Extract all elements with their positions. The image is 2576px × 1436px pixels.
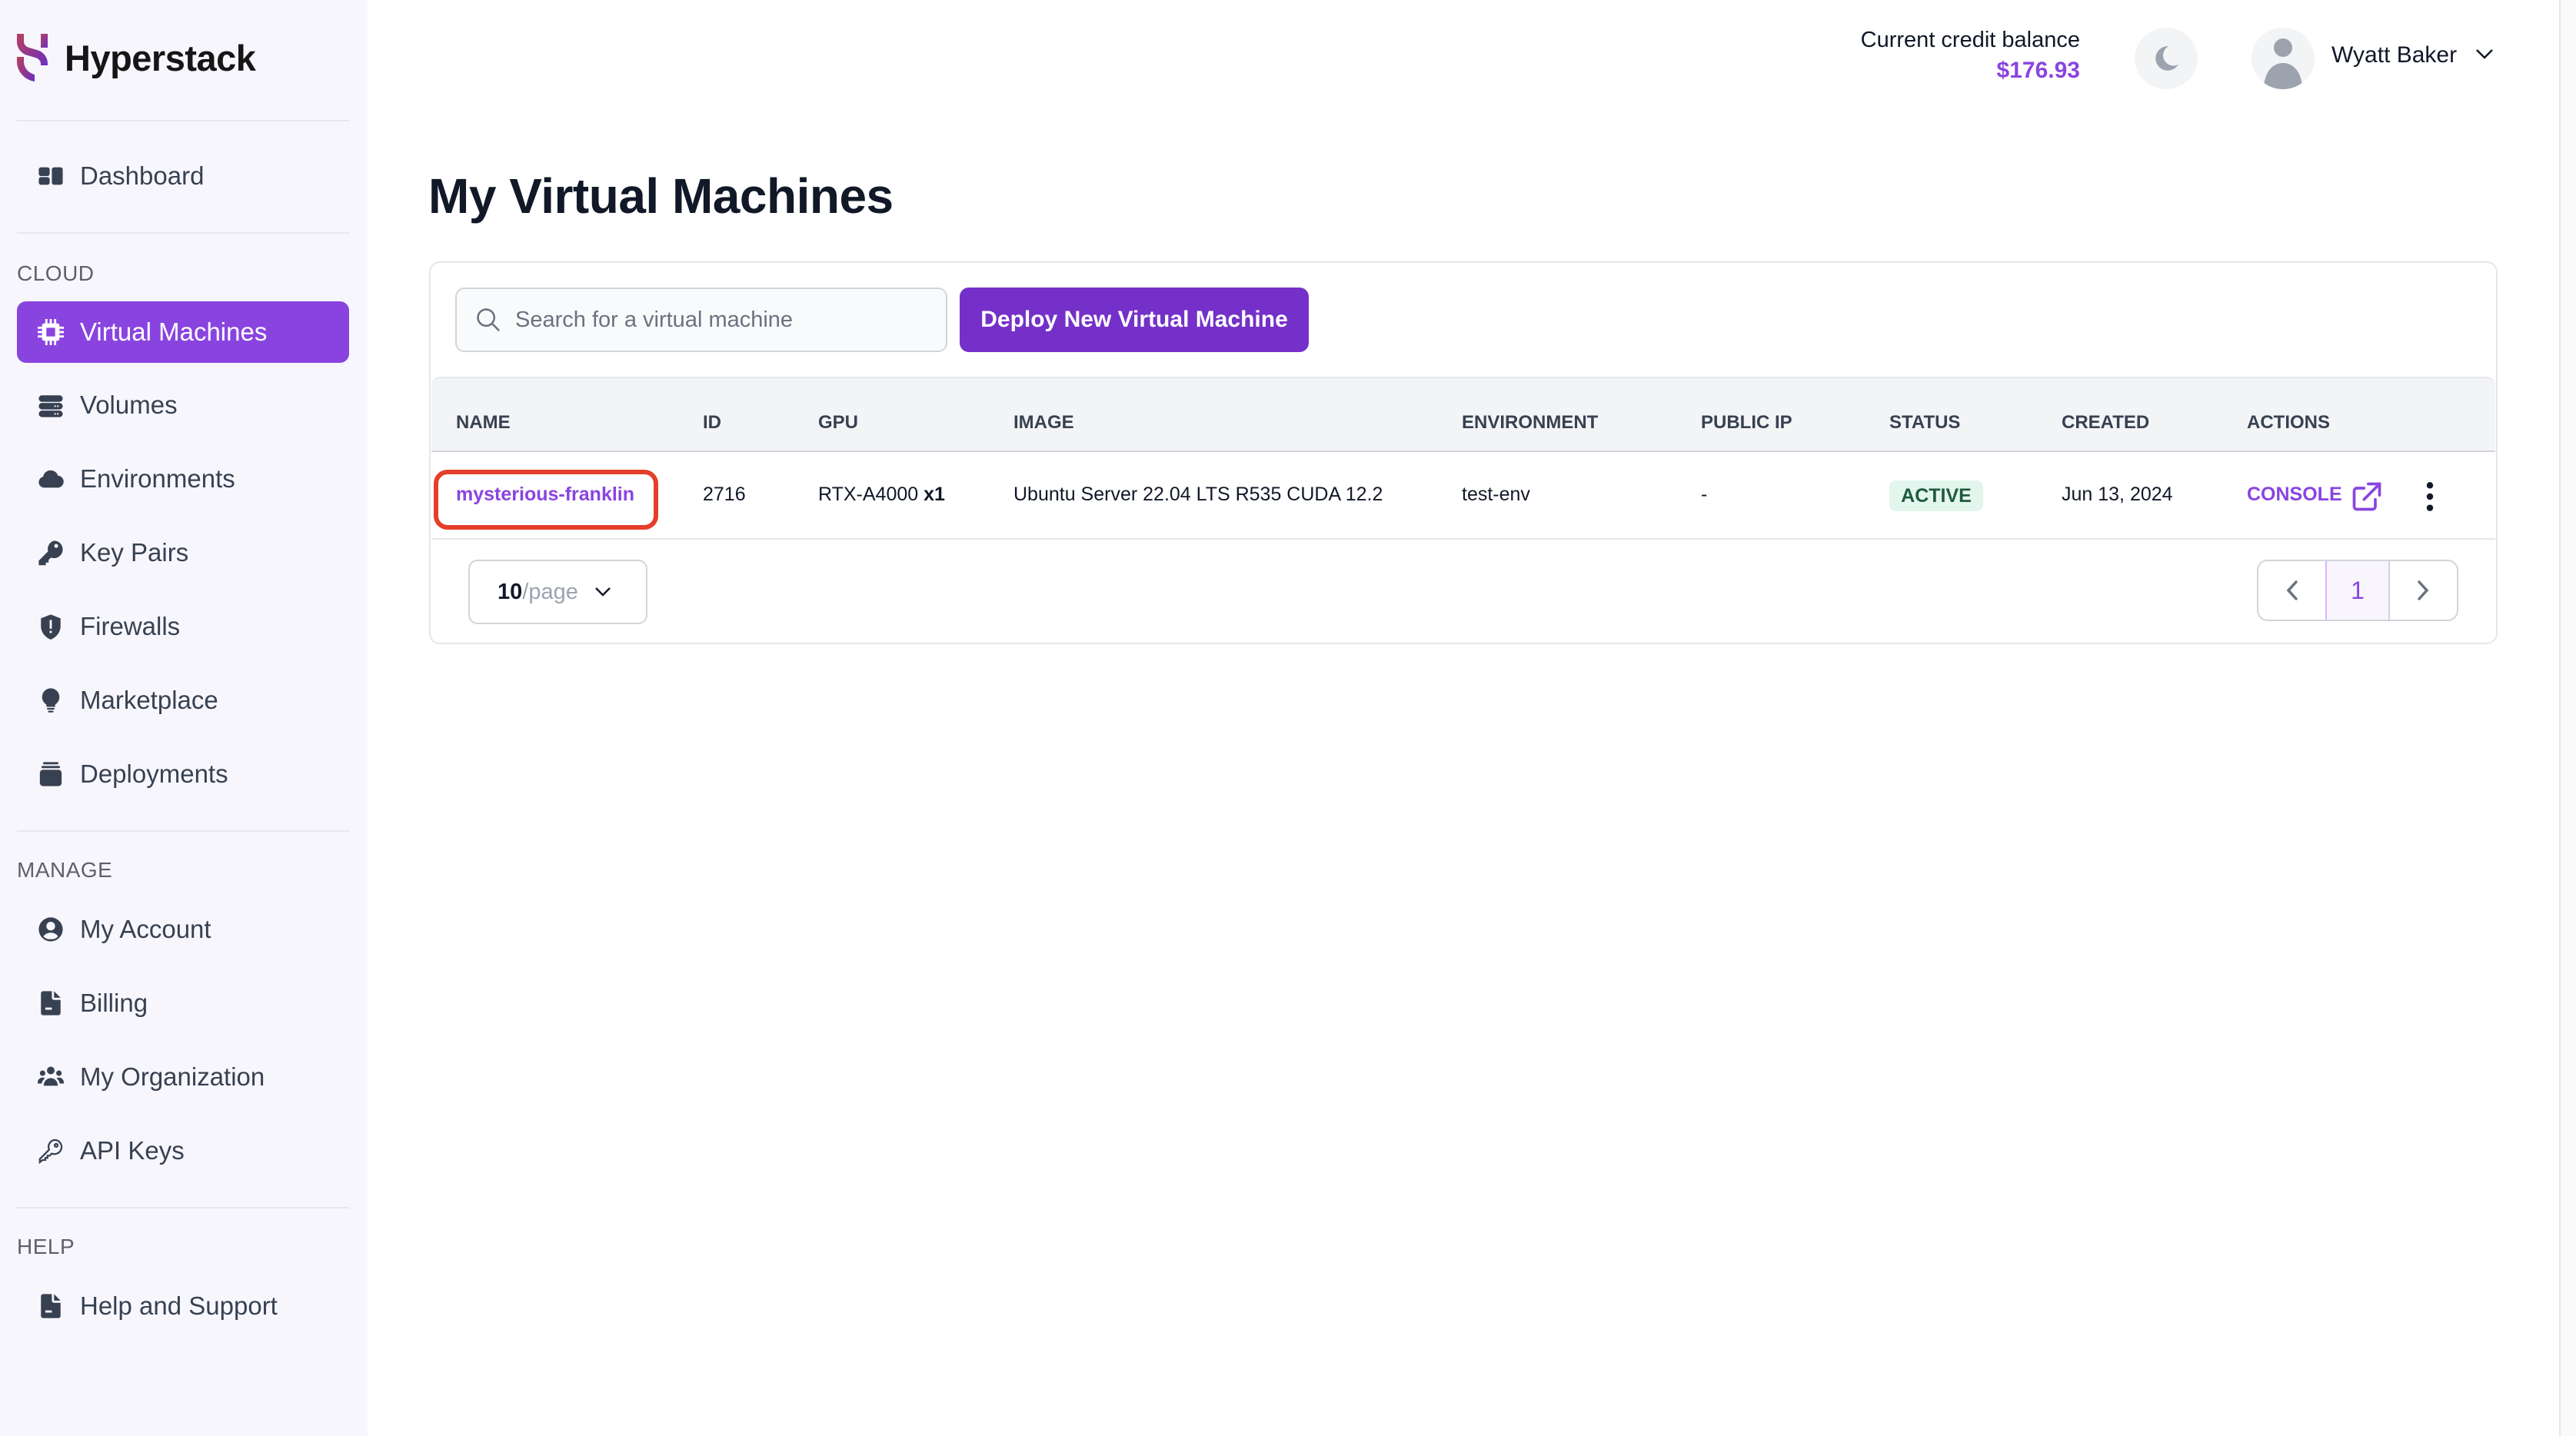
vm-gpu-model: RTX-A4000 <box>818 484 919 505</box>
cloud-icon <box>37 465 65 493</box>
brand-logo[interactable]: Hyperstack <box>17 34 256 81</box>
sidebar-item-label: Volumes <box>80 391 178 419</box>
column-header-public-ip[interactable]: PUBLIC IP <box>1701 412 1792 434</box>
user-circle-icon <box>37 916 65 943</box>
sidebar-divider <box>17 232 349 234</box>
section-label-cloud: CLOUD <box>17 261 95 285</box>
sidebar-item-environments[interactable]: Environments <box>17 448 349 510</box>
brand-name: Hyperstack <box>65 37 256 78</box>
sidebar-item-label: Firewalls <box>80 612 181 640</box>
sidebar-item-label: Virtual Machines <box>80 317 268 346</box>
sidebar-item-firewalls[interactable]: Firewalls <box>17 596 349 657</box>
per-page-unit: /page <box>522 579 578 604</box>
page-scrollbar[interactable] <box>2559 0 2576 1436</box>
column-header-id[interactable]: ID <box>703 412 721 434</box>
column-header-environment[interactable]: ENVIRONMENT <box>1462 412 1598 434</box>
per-page-select[interactable]: 10/page <box>468 560 647 624</box>
sidebar-item-label: Key Pairs <box>80 538 189 567</box>
user-avatar[interactable] <box>2252 28 2315 89</box>
chevron-down-icon <box>594 587 611 597</box>
credit-balance: Current credit balance $176.93 <box>1861 28 2080 84</box>
sidebar-item-label: My Account <box>80 915 211 943</box>
sidebar-item-label: Environments <box>80 464 235 493</box>
users-icon <box>37 1063 65 1091</box>
chevron-left-icon <box>2286 580 2298 600</box>
key-icon <box>37 539 65 567</box>
section-label-manage: MANAGE <box>17 858 113 882</box>
sidebar-item-marketplace[interactable]: Marketplace <box>17 670 349 731</box>
status-badge: ACTIVE <box>1889 480 1983 511</box>
document-icon <box>37 989 65 1017</box>
sidebar-item-help-and-support[interactable]: Help and Support <box>17 1275 349 1337</box>
column-header-gpu[interactable]: GPU <box>818 412 858 434</box>
pagination: 1 <box>2257 560 2458 621</box>
sidebar-item-deployments[interactable]: Deployments <box>17 743 349 805</box>
more-options-icon[interactable] <box>2422 480 2438 514</box>
search-box[interactable] <box>455 288 947 352</box>
column-header-image[interactable]: IMAGE <box>1013 412 1074 434</box>
credit-label: Current credit balance <box>1860 28 2080 52</box>
console-link[interactable]: CONSOLE <box>2247 484 2342 506</box>
sidebar: Hyperstack Dashboard CLOUD Virtual Machi… <box>0 0 368 1436</box>
vm-created: Jun 13, 2024 <box>2062 484 2173 505</box>
vm-id: 2716 <box>703 484 746 505</box>
sidebar-item-my-organization[interactable]: My Organization <box>17 1046 349 1108</box>
page-title: My Virtual Machines <box>428 168 894 224</box>
sidebar-divider <box>17 830 349 832</box>
document-icon <box>37 1292 65 1320</box>
section-label-help: HELP <box>17 1235 75 1258</box>
sidebar-item-label: Deployments <box>80 760 228 788</box>
hyperstack-logo-icon <box>17 34 48 81</box>
user-menu-chevron-icon[interactable] <box>2474 48 2494 64</box>
per-page-value: 10 <box>498 579 523 604</box>
sidebar-item-label: Billing <box>80 989 148 1017</box>
stack-icon <box>37 760 65 788</box>
deploy-new-vm-button[interactable]: Deploy New Virtual Machine <box>960 288 1309 352</box>
lightbulb-icon <box>37 686 65 714</box>
theme-toggle-button[interactable] <box>2135 28 2198 89</box>
chip-icon <box>37 318 65 346</box>
dashboard-icon <box>37 162 65 190</box>
sidebar-item-api-keys[interactable]: API Keys <box>17 1120 349 1182</box>
sidebar-item-dashboard[interactable]: Dashboard <box>17 145 349 207</box>
user-name[interactable]: Wyatt Baker <box>2331 42 2457 68</box>
credit-value: $176.93 <box>1996 58 2080 83</box>
moon-icon <box>2155 46 2178 71</box>
sidebar-divider <box>17 1207 349 1208</box>
sidebar-item-label: API Keys <box>80 1136 185 1165</box>
search-input[interactable] <box>515 307 930 333</box>
shield-icon <box>37 613 65 640</box>
sidebar-item-virtual-machines[interactable]: Virtual Machines <box>17 301 349 363</box>
column-header-status[interactable]: STATUS <box>1889 412 1960 434</box>
sidebar-item-my-account[interactable]: My Account <box>17 899 349 960</box>
next-page-button[interactable] <box>2390 561 2457 620</box>
column-header-actions: ACTIONS <box>2247 412 2330 433</box>
column-header-name[interactable]: NAME <box>456 412 511 434</box>
sidebar-item-label: My Organization <box>80 1062 265 1091</box>
sidebar-item-label: Dashboard <box>80 161 205 190</box>
vm-name-link[interactable]: mysterious-franklin <box>456 484 634 506</box>
vm-image: Ubuntu Server 22.04 LTS R535 CUDA 12.2 <box>1013 484 1383 505</box>
vm-public-ip: - <box>1701 484 1708 505</box>
sidebar-item-volumes[interactable]: Volumes <box>17 374 349 436</box>
sidebar-item-label: Help and Support <box>80 1291 278 1320</box>
chevron-right-icon <box>2418 580 2429 600</box>
sidebar-item-label: Marketplace <box>80 686 218 714</box>
external-link-icon[interactable] <box>2350 480 2384 514</box>
database-icon <box>37 391 65 419</box>
user-avatar-icon <box>2264 38 2302 89</box>
sidebar-divider <box>17 120 349 121</box>
search-icon <box>477 308 501 332</box>
vm-environment: test-env <box>1462 484 1530 505</box>
vm-gpu-count: x1 <box>924 484 945 505</box>
key-outline-icon <box>37 1137 65 1165</box>
vm-gpu: RTX-A4000 x1 <box>818 484 945 506</box>
sidebar-item-billing[interactable]: Billing <box>17 972 349 1034</box>
previous-page-button[interactable] <box>2258 561 2325 620</box>
column-header-created[interactable]: CREATED <box>2062 412 2149 434</box>
row-divider <box>431 538 2495 540</box>
sidebar-item-key-pairs[interactable]: Key Pairs <box>17 522 349 583</box>
current-page-button[interactable]: 1 <box>2325 561 2390 620</box>
